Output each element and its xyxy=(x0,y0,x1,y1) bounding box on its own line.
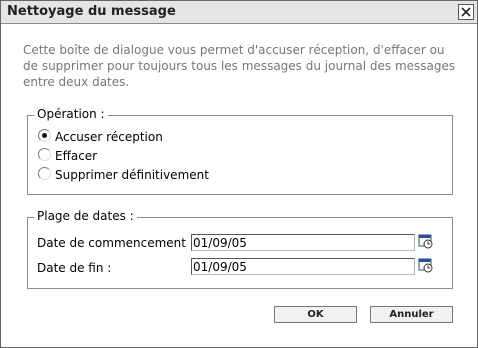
radio-effacer[interactable]: Effacer xyxy=(38,148,138,164)
ok-button[interactable]: OK xyxy=(274,306,357,323)
dialog-title: Nettoyage du message xyxy=(7,4,176,19)
radio-supprimer[interactable]: Supprimer définitivement xyxy=(38,167,238,183)
date-range-group: Plage de dates : Date de commencement : … xyxy=(27,209,453,289)
start-date-label: Date de commencement : xyxy=(37,236,194,250)
title-bar: Nettoyage du message xyxy=(1,1,477,24)
radio-button[interactable] xyxy=(38,148,51,161)
operation-legend: Opération : xyxy=(34,107,108,121)
operation-group: Opération : Accuser réception Effacer Su… xyxy=(27,107,453,195)
radio-button[interactable] xyxy=(38,167,51,180)
radio-label: Accuser réception xyxy=(55,130,163,144)
radio-label: Effacer xyxy=(55,149,98,163)
close-icon xyxy=(461,7,471,17)
start-date-input[interactable] xyxy=(191,234,415,251)
date-range-legend: Plage de dates : xyxy=(34,209,137,223)
radio-accuser-reception[interactable]: Accuser réception xyxy=(38,129,198,145)
close-button[interactable] xyxy=(458,4,474,20)
radio-selected-dot xyxy=(42,133,47,138)
cancel-button[interactable]: Annuler xyxy=(370,306,453,323)
cleanup-dialog: Nettoyage du message Cette boîte de dial… xyxy=(0,0,478,348)
end-date-label: Date de fin : xyxy=(37,261,112,275)
radio-label: Supprimer définitivement xyxy=(55,168,209,182)
intro-text: Cette boîte de dialogue vous permet d'ac… xyxy=(23,43,456,89)
calendar-clock-icon[interactable] xyxy=(418,257,434,273)
calendar-clock-icon[interactable] xyxy=(418,233,434,249)
end-date-input[interactable] xyxy=(191,258,415,275)
radio-button[interactable] xyxy=(38,129,51,142)
